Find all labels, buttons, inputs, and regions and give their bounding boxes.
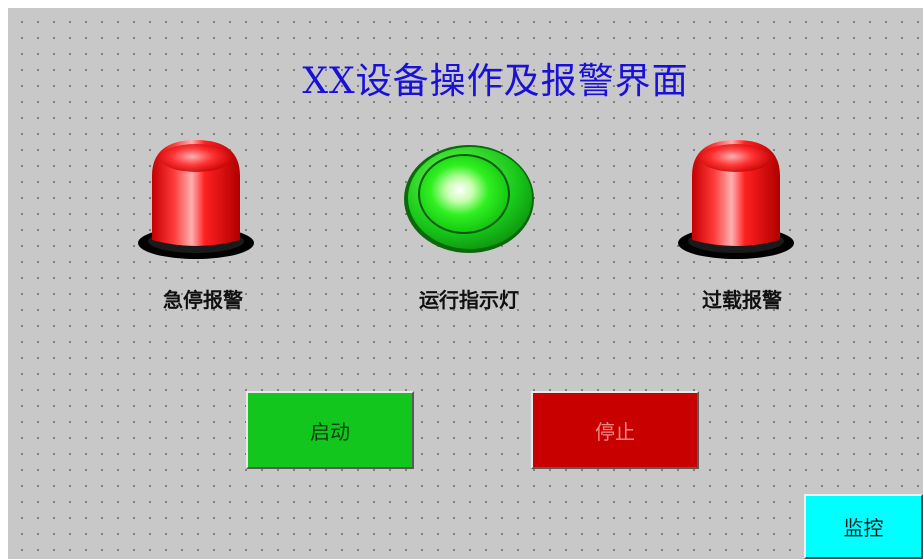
indicator-light-icon <box>404 145 534 253</box>
emergency-stop-alarm-label: 急停报警 <box>163 288 243 312</box>
monitor-button[interactable]: 监控 <box>804 494 923 559</box>
start-button[interactable]: 启动 <box>246 391 414 469</box>
overload-alarm-label: 过载报警 <box>702 288 782 312</box>
overload-alarm-lamp <box>678 136 798 264</box>
emergency-stop-alarm-lamp <box>138 136 258 264</box>
run-indicator-lamp <box>402 142 536 256</box>
alarm-beacon-icon <box>678 140 794 259</box>
stop-button[interactable]: 停止 <box>531 391 699 469</box>
run-indicator-label: 运行指示灯 <box>419 288 519 312</box>
page-title: XX设备操作及报警界面 <box>302 61 689 102</box>
alarm-beacon-icon <box>138 140 254 259</box>
hmi-screen: XX设备操作及报警界面 急停报警 运行指示灯 过载报警 启动 停止 监控 <box>8 8 923 559</box>
